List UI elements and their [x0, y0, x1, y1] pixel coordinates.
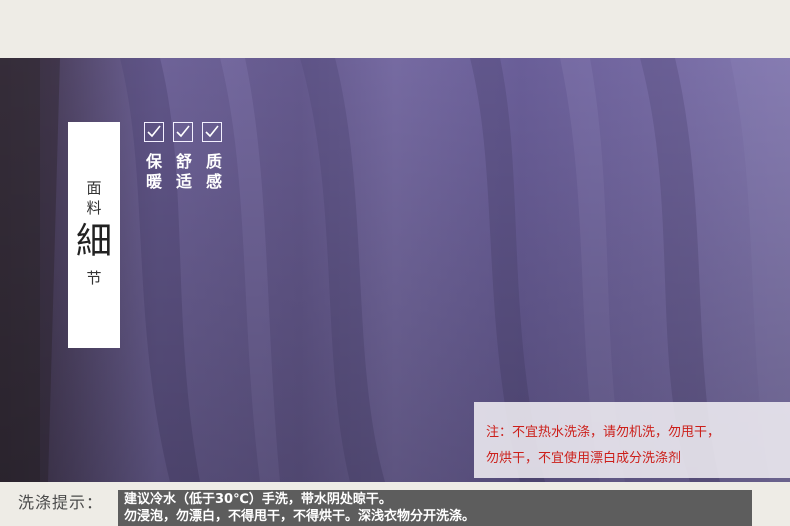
- wash-tips-line-1: 建议冷水（低于30℃）手洗，带水阴处晾干。: [124, 492, 392, 507]
- feature-char: 暖: [145, 172, 162, 191]
- card-char-2: 料: [86, 199, 102, 217]
- feature-texture: 质 感: [204, 152, 224, 192]
- care-notice: 注：不宜热水洗涤，请勿机洗，勿甩干， 勿烘干，不宜使用漂白成分洗涤剂: [474, 402, 790, 478]
- feature-char: 适: [175, 172, 192, 191]
- check-icon: [173, 122, 193, 142]
- feature-warmth: 保 暖: [144, 152, 164, 192]
- check-icon: [202, 122, 222, 142]
- fabric-detail-card: 面 料 細 节: [68, 122, 120, 348]
- feature-comfort: 舒 适: [174, 152, 194, 192]
- top-band: [0, 0, 790, 58]
- wash-tips-box: 建议冷水（低于30℃）手洗，带水阴处晾干。 勿浸泡，勿漂白，不得甩干，不得烘干。…: [118, 490, 752, 526]
- feature-char: 保: [145, 152, 162, 171]
- feature-char: 感: [205, 172, 222, 191]
- feature-char: 质: [205, 152, 222, 171]
- check-icon: [144, 122, 164, 142]
- feature-char: 舒: [175, 152, 192, 171]
- notice-line-2: 勿烘干，不宜使用漂白成分洗涤剂: [486, 451, 682, 466]
- wash-tips-line-2: 勿浸泡，勿漂白，不得甩干，不得烘干。深浅衣物分开洗涤。: [124, 509, 476, 524]
- card-char-3: 节: [86, 269, 102, 287]
- checkbox-row: [144, 122, 222, 142]
- card-big-char: 細: [75, 221, 112, 262]
- wash-tips-label: 洗涤提示：: [18, 493, 104, 512]
- card-char-1: 面: [86, 179, 102, 197]
- notice-line-1: 注：不宜热水洗涤，请勿机洗，勿甩干，: [486, 425, 721, 440]
- feature-list: 保 暖 舒 适 质 感: [144, 152, 224, 192]
